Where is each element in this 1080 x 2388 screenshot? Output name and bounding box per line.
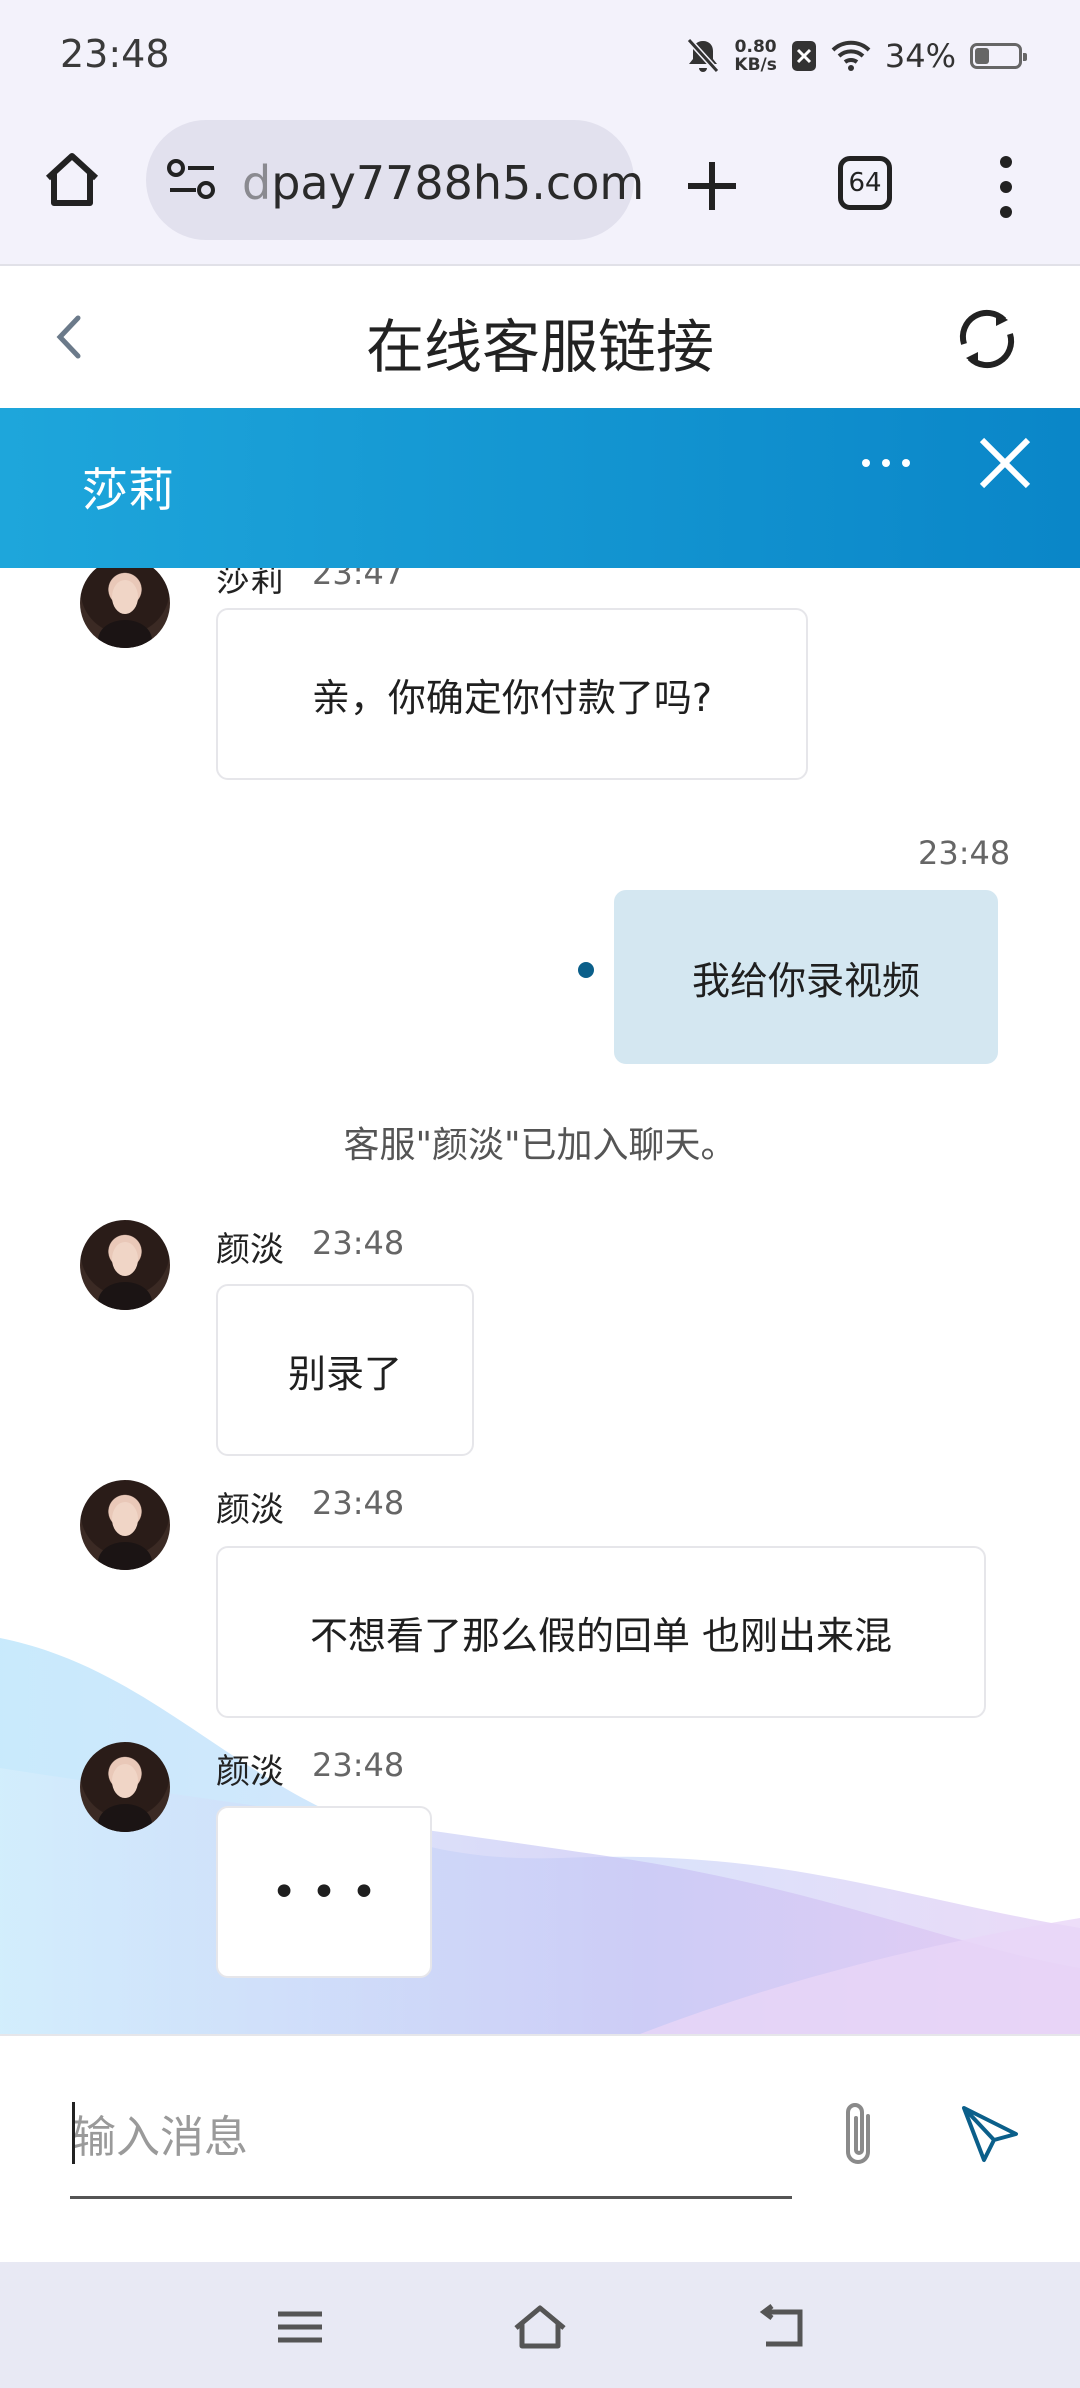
message-time: 23:48 <box>312 1484 405 1522</box>
battery-percent: 34% <box>884 37 956 75</box>
page-title: 在线客服链接 <box>365 313 714 381</box>
page-header: 在线客服链接 <box>0 266 1080 408</box>
status-dot <box>578 962 594 978</box>
bell-off-icon <box>687 37 720 74</box>
text-caret <box>72 2102 75 2164</box>
message-bubble: 不想看了那么假的回单 也刚出来混 <box>216 1546 986 1718</box>
chat-header: 莎莉 <box>0 408 1080 568</box>
sender-name: 颜淡 <box>216 1490 284 1530</box>
refresh-icon[interactable] <box>952 304 1022 374</box>
home-icon[interactable] <box>40 148 104 212</box>
status-icons: 0.80 KB/s 34% <box>686 34 1027 78</box>
message-bubble: 亲，你确定你付款了吗? <box>216 608 808 780</box>
battery-icon <box>970 43 1027 69</box>
system-message: 客服"颜淡"已加入聊天。 <box>343 1125 737 1166</box>
input-underline <box>70 2196 792 2199</box>
status-time: 23:48 <box>60 32 170 76</box>
send-icon[interactable] <box>958 2102 1022 2166</box>
sender-name: 莎莉 <box>216 568 284 600</box>
avatar[interactable] <box>80 1742 170 1832</box>
message-bubble: 别录了 <box>216 1284 474 1456</box>
menu-icon[interactable] <box>270 2302 330 2352</box>
message-time: 23:48 <box>312 1746 405 1784</box>
message-composer <box>0 2034 1080 2264</box>
chat-messages[interactable]: 莎莉 23:47 亲，你确定你付款了吗? 23:48 我给你录视频 客服"颜淡"… <box>0 568 1080 2034</box>
system-nav-bar <box>0 2262 1080 2388</box>
browser-toolbar: dpay7788h5.com 64 <box>0 112 1080 266</box>
net-speed: 0.80 KB/s <box>734 37 777 75</box>
status-bar: 23:48 0.80 KB/s 34% <box>0 0 1080 112</box>
typing-bubble: • • • <box>216 1806 432 1978</box>
sender-name: 颜淡 <box>216 1230 284 1270</box>
avatar[interactable] <box>80 1220 170 1310</box>
message-time: 23:47 <box>312 568 405 592</box>
url-text[interactable]: dpay7788h5.com <box>242 156 644 210</box>
address-bar[interactable]: dpay7788h5.com <box>146 120 644 240</box>
tabs-icon[interactable]: 64 <box>838 156 892 210</box>
wifi-icon <box>831 40 871 71</box>
close-box-icon <box>791 41 816 71</box>
plus-icon[interactable] <box>682 156 742 216</box>
sender-name: 颜淡 <box>216 1752 284 1792</box>
site-settings-icon[interactable] <box>166 158 218 202</box>
avatar[interactable] <box>80 1480 170 1570</box>
attach-icon[interactable] <box>834 2098 884 2172</box>
close-icon[interactable] <box>976 434 1034 492</box>
message-input[interactable] <box>70 2096 796 2178</box>
my-message-bubble: 我给你录视频 <box>614 890 998 1064</box>
message-time: 23:48 <box>312 1224 405 1262</box>
message-time: 23:48 <box>918 834 1011 872</box>
more-horiz-icon[interactable] <box>856 448 916 478</box>
agent-name: 莎莉 <box>82 463 174 517</box>
nav-back-icon[interactable] <box>752 2302 812 2352</box>
nav-home-icon[interactable] <box>510 2302 570 2352</box>
more-vert-icon[interactable] <box>996 152 1016 222</box>
avatar[interactable] <box>80 568 170 648</box>
